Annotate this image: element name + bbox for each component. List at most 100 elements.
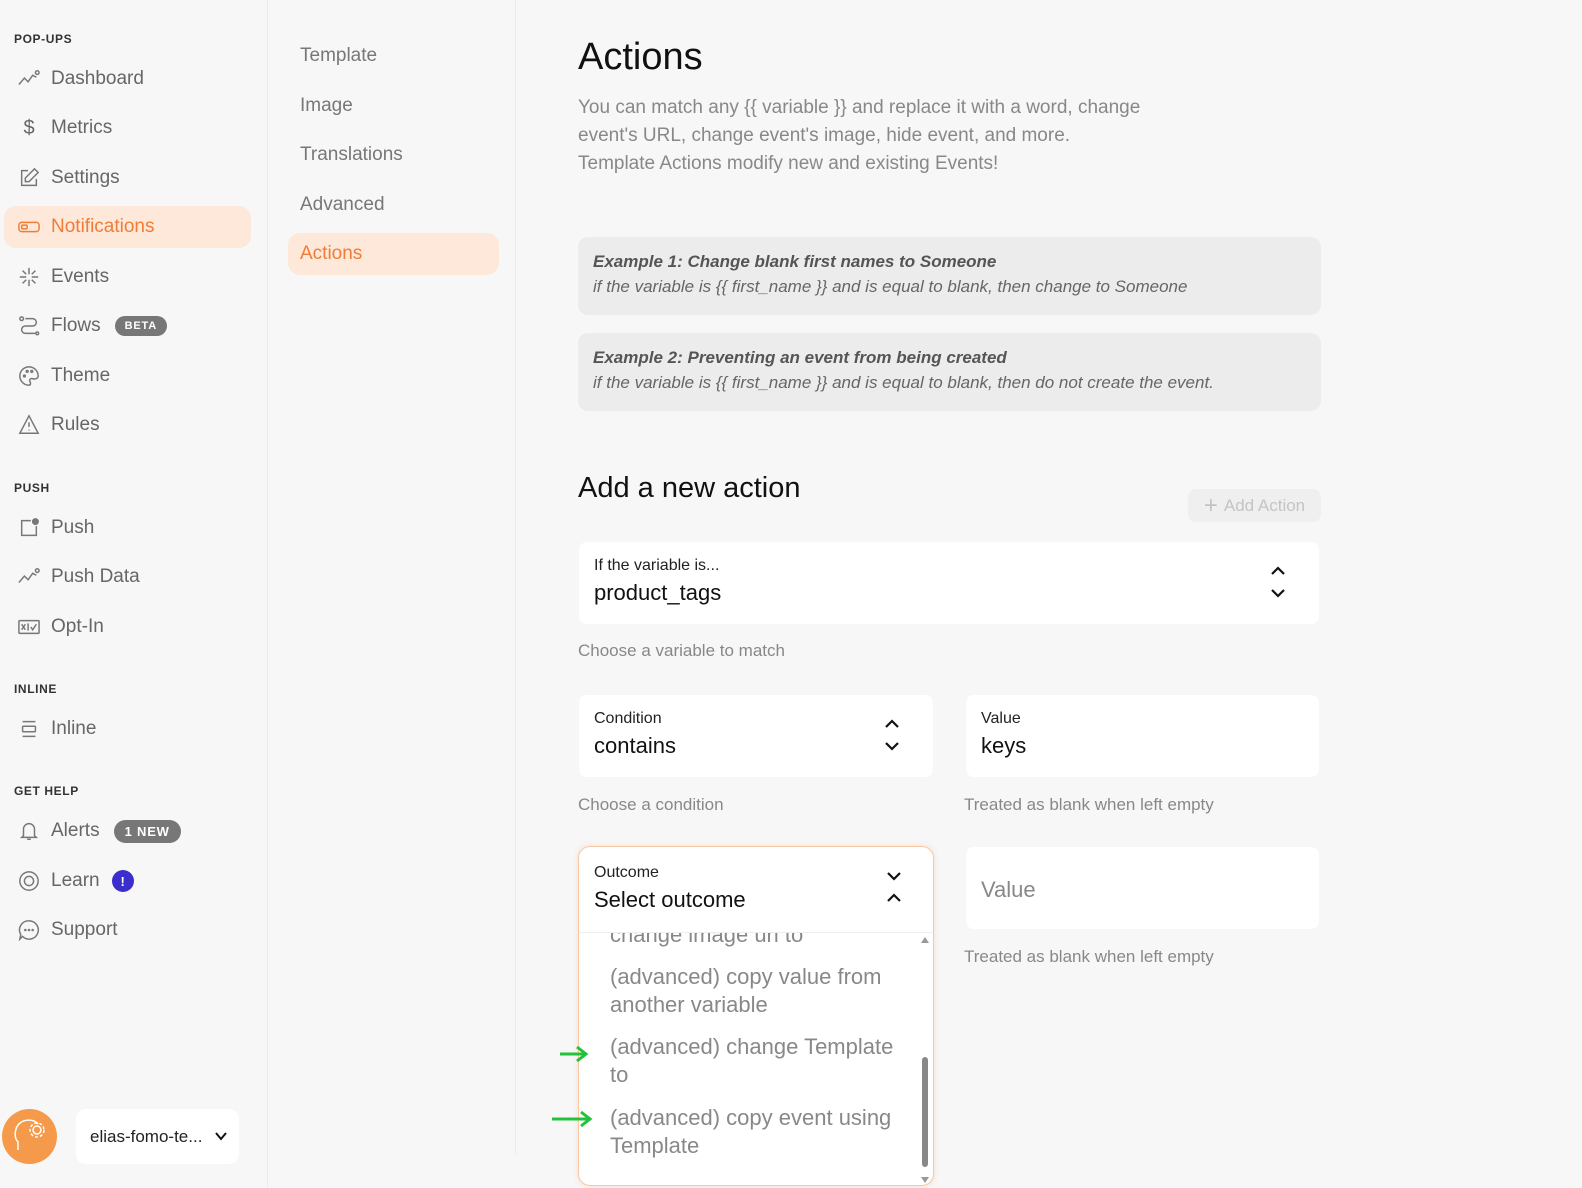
outcome-select-value: Select outcome xyxy=(594,887,746,912)
sidebar: POP-UPS Dashboard $ Metrics Settings Not… xyxy=(0,0,268,1188)
section-title-inline: INLINE xyxy=(14,682,57,696)
sidebar-item-label: Metrics xyxy=(51,117,113,138)
sub-navigation: Template Image Translations Advanced Act… xyxy=(268,0,516,1155)
condition-select[interactable]: Condition contains xyxy=(579,695,933,777)
sidebar-item-theme[interactable]: Theme xyxy=(4,355,251,397)
outcome-value-input[interactable]: Value xyxy=(966,847,1319,929)
dollar-icon: $ xyxy=(23,116,35,139)
sidebar-item-label: Flows xyxy=(51,315,101,336)
dropdown-scrollbar[interactable] xyxy=(919,933,931,1185)
sidebar-item-label: Alerts xyxy=(51,820,100,841)
description-line: event's URL, change event's image, hide … xyxy=(578,125,1071,146)
example-text: if the variable is {{ first_name }} and … xyxy=(593,277,1188,296)
tab-translations[interactable]: Translations xyxy=(288,134,499,176)
sidebar-item-label: Push xyxy=(51,517,95,538)
sidebar-item-push-data[interactable]: Push Data xyxy=(4,556,251,598)
value-input[interactable]: Value keys xyxy=(966,695,1319,777)
value-input-label: Value xyxy=(981,710,1021,727)
condition-help-text: Choose a condition xyxy=(578,795,724,814)
outcome-option[interactable]: change image url to xyxy=(610,933,900,949)
variable-select[interactable]: If the variable is... product_tags xyxy=(579,542,1319,624)
variable-select-value: product_tags xyxy=(594,580,722,605)
section-title-push: PUSH xyxy=(14,481,50,495)
add-action-label: Add Action xyxy=(1223,495,1306,515)
outcome-value-placeholder: Value xyxy=(981,877,1036,902)
outcome-option[interactable]: (advanced) copy value from another varia… xyxy=(610,963,900,1019)
edit-icon xyxy=(16,165,42,191)
new-action-heading: Add a new action xyxy=(578,472,801,504)
page-title: Actions xyxy=(578,36,703,78)
info-badge: ! xyxy=(111,870,134,892)
outcome-option[interactable]: (advanced) copy event using Template xyxy=(610,1104,900,1160)
annotation-arrow-icon xyxy=(552,1110,593,1128)
stack-icon xyxy=(16,716,42,742)
help-avatar-button[interactable] xyxy=(2,1109,57,1164)
push-notification-icon xyxy=(16,515,42,541)
sidebar-item-rules[interactable]: Rules xyxy=(4,404,251,446)
scrollbar-thumb[interactable] xyxy=(922,1057,928,1167)
outcome-dropdown[interactable]: Outcome Select outcome change image url … xyxy=(578,846,934,1186)
chat-bubble-icon xyxy=(16,917,42,943)
sparkle-icon xyxy=(16,264,42,290)
tab-actions[interactable]: Actions xyxy=(288,233,499,275)
page-description: You can match any {{ variable }} and rep… xyxy=(578,94,1218,178)
scroll-down-icon xyxy=(921,1177,929,1183)
palette-icon xyxy=(16,363,42,389)
sidebar-item-events[interactable]: Events xyxy=(4,256,251,298)
opt-in-icon xyxy=(16,614,42,640)
description-line: Template Actions modify new and existing… xyxy=(578,153,999,174)
chevron-down-up-icon xyxy=(885,867,903,907)
sidebar-item-label: Theme xyxy=(51,365,111,386)
sidebar-item-metrics[interactable]: $ Metrics xyxy=(4,107,251,149)
toggle-icon xyxy=(16,214,42,240)
plus-icon: + xyxy=(1203,491,1218,519)
tab-image[interactable]: Image xyxy=(288,85,499,127)
sidebar-item-label: Inline xyxy=(51,718,97,739)
value-help-text: Treated as blank when left empty xyxy=(964,795,1214,814)
trend-line-icon xyxy=(16,564,42,590)
account-selector[interactable]: elias-fomo-te... xyxy=(76,1109,239,1164)
sidebar-item-label: Support xyxy=(51,919,118,940)
outcome-select-label: Outcome xyxy=(594,864,659,881)
sidebar-item-settings[interactable]: Settings xyxy=(4,157,251,199)
chevron-up-down-icon xyxy=(883,715,901,755)
gear-head-icon xyxy=(10,1114,50,1159)
sidebar-item-inline[interactable]: Inline xyxy=(4,708,251,750)
example-card: Example 1: Change blank first names to S… xyxy=(578,237,1321,315)
sidebar-item-notifications[interactable]: Notifications xyxy=(4,206,251,248)
sidebar-item-label: Push Data xyxy=(51,566,140,587)
sidebar-item-label: Events xyxy=(51,266,110,287)
sidebar-item-support[interactable]: Support xyxy=(4,909,251,951)
sidebar-item-label: Settings xyxy=(51,167,120,188)
example-title: Example 2: Preventing an event from bein… xyxy=(593,348,1007,367)
beta-badge: BETA xyxy=(114,316,167,336)
chevron-up-down-icon xyxy=(1269,562,1287,602)
trend-line-icon xyxy=(16,66,42,92)
outcome-select[interactable]: Outcome Select outcome xyxy=(579,847,933,933)
outcome-options-list[interactable]: change image url to (advanced) copy valu… xyxy=(579,933,917,1185)
condition-select-value: contains xyxy=(594,733,676,758)
account-name: elias-fomo-te... xyxy=(90,1126,203,1146)
add-action-button[interactable]: + Add Action xyxy=(1188,489,1321,522)
tab-template[interactable]: Template xyxy=(288,35,499,77)
example-title: Example 1: Change blank first names to S… xyxy=(593,252,997,271)
sidebar-item-learn[interactable]: Learn ! xyxy=(4,860,251,902)
flow-icon xyxy=(16,313,42,339)
outcome-option[interactable]: (advanced) change Template to xyxy=(610,1033,900,1089)
condition-select-label: Condition xyxy=(594,710,662,727)
section-title-get-help: GET HELP xyxy=(14,784,79,798)
section-title-popups: POP-UPS xyxy=(14,32,73,46)
main-content: Actions You can match any {{ variable }}… xyxy=(578,0,1338,1188)
lifebuoy-icon xyxy=(16,868,42,894)
sidebar-item-flows[interactable]: Flows BETA xyxy=(4,305,251,347)
sidebar-item-dashboard[interactable]: Dashboard xyxy=(4,58,251,100)
tab-advanced[interactable]: Advanced xyxy=(288,184,499,226)
value-input-value: keys xyxy=(981,733,1027,758)
chevron-down-icon xyxy=(213,1128,229,1144)
sidebar-item-opt-in[interactable]: Opt-In xyxy=(4,606,251,648)
bell-icon xyxy=(16,818,42,844)
sidebar-item-push[interactable]: Push xyxy=(4,507,251,549)
new-count-badge: 1 NEW xyxy=(113,819,181,843)
example-card: Example 2: Preventing an event from bein… xyxy=(578,333,1321,411)
sidebar-item-alerts[interactable]: Alerts 1 NEW xyxy=(4,810,251,852)
